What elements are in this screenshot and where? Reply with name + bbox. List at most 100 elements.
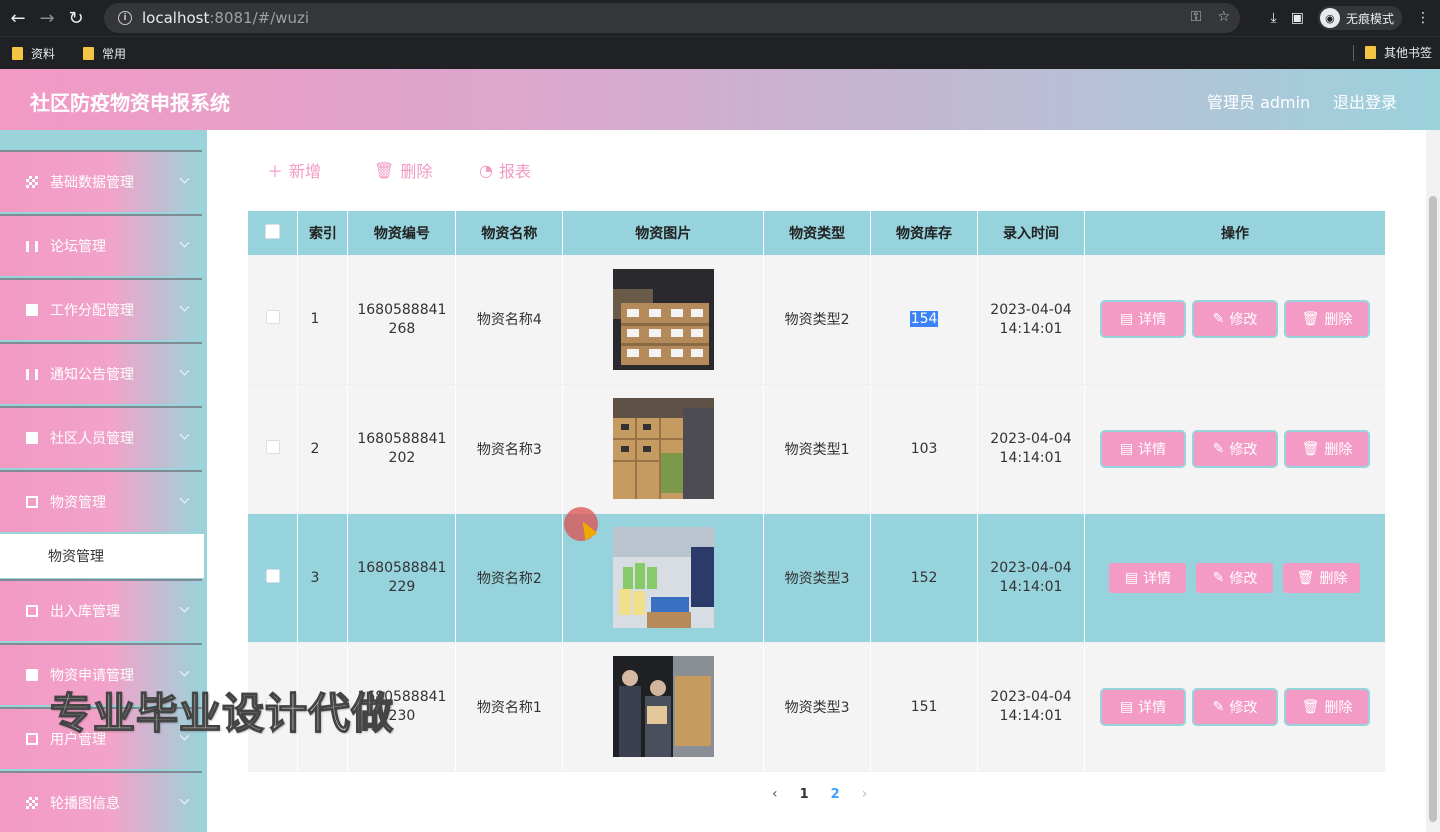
edit-button[interactable]: ✎ 修改	[1193, 689, 1276, 724]
pencil-icon: ✎	[1212, 311, 1225, 328]
next-page-icon[interactable]: ›	[862, 786, 868, 802]
chevron-down-icon	[179, 602, 190, 613]
sidebar-subitem-supplies[interactable]: 物资管理	[0, 534, 204, 578]
reload-icon[interactable]: ↻	[65, 7, 87, 29]
people-icon	[26, 432, 38, 444]
trash-icon: 🗑	[1296, 569, 1315, 586]
trash-icon: 🗑	[1301, 698, 1320, 715]
menu-dots-icon[interactable]: ⋮	[1416, 10, 1430, 26]
folder-icon	[83, 46, 95, 60]
page-number[interactable]: 1	[800, 787, 809, 802]
bookmarks-separator	[1353, 45, 1354, 61]
detail-button[interactable]: ▤ 详情	[1101, 689, 1184, 724]
monitor-icon	[26, 304, 38, 316]
detail-button[interactable]: ▤ 详情	[1109, 562, 1187, 593]
app-title: 社区防疫物资申报系统	[30, 91, 230, 115]
table-header-row: 索引 物资编号 物资名称 物资图片 物资类型 物资库存 录入时间 操作	[248, 211, 1387, 255]
bookmark-folder[interactable]: 资料	[12, 45, 55, 62]
table-row: 1 1680588841 268 物资名称4 物资类型2 154 2023-04-…	[248, 255, 1387, 385]
current-user: 管理员 admin	[1207, 93, 1311, 112]
sidebar-item-carousel[interactable]: 轮播图信息	[0, 771, 202, 832]
bookmarks-bar: 资料 常用 其他书签	[0, 36, 1440, 69]
star-icon[interactable]: ☆	[1217, 9, 1230, 25]
clipboard-icon	[26, 605, 38, 617]
chevron-down-icon	[179, 237, 190, 248]
sliders-icon	[26, 240, 38, 252]
edit-button[interactable]: ✎ 修改	[1196, 562, 1274, 593]
url-text: localhost:8081/#/wuzi	[142, 9, 310, 27]
grid-icon	[26, 797, 38, 809]
row-checkbox[interactable]	[265, 568, 280, 583]
document-icon: ▤	[1119, 698, 1134, 715]
edit-button[interactable]: ✎ 修改	[1193, 302, 1276, 337]
row-checkbox[interactable]	[265, 439, 280, 454]
chart-icon	[26, 669, 38, 681]
table-row: 3 1680588841 229 物资名称2 物资类型3 152 2023-04…	[248, 513, 1387, 643]
chevron-down-icon	[179, 429, 190, 440]
forward-arrow-icon[interactable]: →	[36, 7, 58, 29]
side-panel-icon[interactable]: ▣	[1291, 10, 1304, 26]
sidebar-item-forum[interactable]: 论坛管理	[0, 214, 202, 276]
detail-button[interactable]: ▤ 详情	[1101, 431, 1184, 466]
batch-delete-button[interactable]: 🗑 删除	[374, 158, 432, 182]
bar-chart-icon	[26, 368, 38, 380]
supply-image[interactable]	[612, 268, 714, 370]
sidebar-item-basic-data[interactable]: 基础数据管理	[0, 150, 202, 212]
row-checkbox[interactable]	[265, 310, 280, 325]
pencil-icon: ✎	[1212, 569, 1225, 586]
select-all-checkbox[interactable]	[265, 223, 281, 239]
supply-image[interactable]	[612, 527, 714, 628]
sidebar-item-work-assignment[interactable]: 工作分配管理	[0, 278, 202, 340]
col-stock[interactable]: 物资库存	[870, 211, 979, 255]
col-code[interactable]: 物资编号	[347, 211, 457, 255]
grid-icon	[26, 176, 38, 188]
page-number-current[interactable]: 2	[831, 787, 840, 802]
delete-button[interactable]: 🗑 删除	[1285, 302, 1368, 337]
pencil-icon: ✎	[1212, 698, 1225, 715]
back-arrow-icon[interactable]: ←	[7, 7, 29, 29]
bookmark-folder[interactable]: 常用	[83, 45, 126, 62]
pagination: ‹ 1 2 ›	[772, 786, 867, 802]
col-type[interactable]: 物资类型	[763, 211, 872, 255]
pencil-icon: ✎	[1212, 440, 1225, 457]
download-icon[interactable]: ⤓	[1271, 10, 1277, 26]
trash-icon: 🗑	[374, 160, 395, 180]
site-info-icon[interactable]: i	[118, 11, 132, 25]
col-entry-time[interactable]: 录入时间	[977, 211, 1085, 255]
chevron-down-icon	[179, 365, 190, 376]
document-icon: ▤	[1119, 440, 1134, 457]
delete-button[interactable]: 🗑 删除	[1285, 431, 1368, 466]
supply-image[interactable]	[612, 656, 714, 757]
sidebar-item-inventory[interactable]: 出入库管理	[0, 579, 202, 641]
trash-icon: 🗑	[1301, 311, 1320, 328]
folder-icon	[1364, 46, 1376, 59]
trash-icon: 🗑	[1301, 440, 1320, 457]
edit-button[interactable]: ✎ 修改	[1193, 431, 1276, 466]
chevron-down-icon	[179, 173, 190, 184]
add-button[interactable]: ＋新增	[267, 158, 321, 182]
col-index[interactable]: 索引	[297, 211, 349, 255]
pie-chart-icon: ◔	[479, 160, 493, 180]
app-header: 社区防疫物资申报系统 管理员 admin 退出登录	[0, 69, 1440, 130]
logout-link[interactable]: 退出登录	[1333, 89, 1397, 113]
address-bar[interactable]: i localhost:8081/#/wuzi ⚿ ☆	[104, 3, 1240, 33]
col-image[interactable]: 物资图片	[562, 211, 765, 255]
sidebar-item-residents[interactable]: 社区人员管理	[0, 406, 202, 468]
prev-page-icon[interactable]: ‹	[772, 786, 778, 802]
delete-button[interactable]: 🗑 删除	[1285, 689, 1368, 724]
scrollbar-thumb[interactable]	[1429, 196, 1437, 822]
supply-image[interactable]	[612, 398, 714, 499]
incognito-icon: ◉	[1319, 8, 1340, 28]
col-name[interactable]: 物资名称	[455, 211, 564, 255]
detail-button[interactable]: ▤ 详情	[1101, 302, 1184, 337]
supplies-table: 索引 物资编号 物资名称 物资图片 物资类型 物资库存 录入时间 操作 1 16…	[248, 211, 1387, 772]
report-button[interactable]: ◔ 报表	[479, 158, 531, 182]
incognito-badge[interactable]: ◉ 无痕模式	[1317, 6, 1402, 30]
other-bookmarks[interactable]: 其他书签	[1364, 44, 1432, 61]
delete-button[interactable]: 🗑 删除	[1283, 562, 1361, 593]
sidebar-item-supplies[interactable]: 物资管理	[0, 470, 202, 532]
key-icon[interactable]: ⚿	[1191, 9, 1202, 25]
chevron-down-icon	[179, 301, 190, 312]
user-icon	[26, 733, 38, 745]
sidebar-item-notice[interactable]: 通知公告管理	[0, 342, 202, 404]
